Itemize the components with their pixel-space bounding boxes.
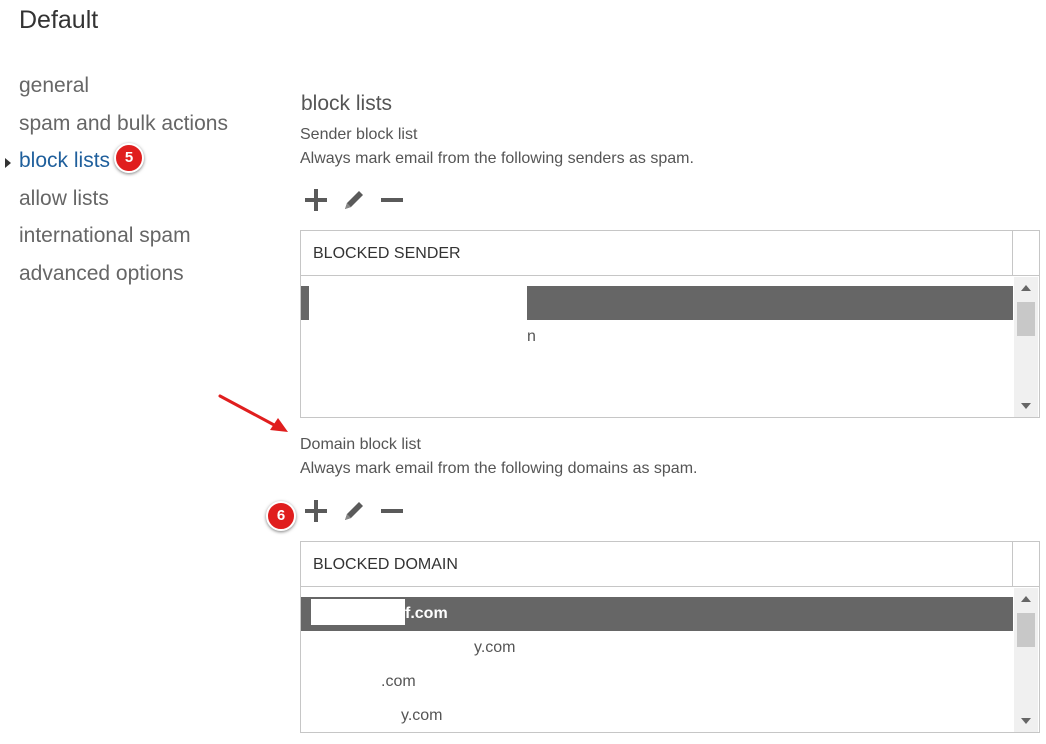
table-row[interactable]: f.com	[301, 597, 1013, 631]
nav-item-label: advanced options	[19, 261, 184, 285]
selected-caret-icon	[5, 158, 11, 168]
scroll-down-icon[interactable]	[1021, 718, 1031, 724]
column-header-blocked-sender[interactable]: BLOCKED SENDER	[301, 231, 1012, 276]
nav-item-label: international spam	[19, 224, 191, 247]
domain-scrollbar[interactable]	[1014, 588, 1038, 732]
scroll-up-icon[interactable]	[1021, 285, 1031, 291]
redaction	[309, 286, 527, 320]
nav-item-spam-and-bulk-actions[interactable]: spam and bulk actions	[19, 108, 228, 146]
domain-grid: BLOCKED DOMAIN f.com y.com .com y.com	[300, 541, 1040, 733]
scroll-down-icon[interactable]	[1021, 403, 1031, 409]
grid-header-spacer	[1012, 542, 1039, 587]
sender-scrollbar[interactable]	[1014, 277, 1038, 417]
nav-item-label: allow lists	[19, 186, 109, 210]
section-title: block lists	[301, 92, 393, 115]
nav-item-international-spam[interactable]: international spam	[19, 220, 228, 258]
domain-edit-pencil-icon[interactable]	[340, 497, 368, 525]
sender-grid: BLOCKED SENDER n	[300, 230, 1040, 418]
scroll-thumb[interactable]	[1017, 613, 1035, 647]
domain-rows: f.com y.com .com y.com	[301, 588, 1013, 732]
domain-add-plus-icon[interactable]	[302, 497, 330, 525]
nav-item-label: spam and bulk actions	[19, 111, 228, 135]
scroll-up-icon[interactable]	[1021, 596, 1031, 602]
table-row[interactable]: y.com	[301, 699, 1013, 732]
nav-item-general[interactable]: general	[19, 70, 228, 108]
scroll-thumb[interactable]	[1017, 302, 1035, 336]
sender-block-list-description: Always mark email from the following sen…	[300, 150, 694, 167]
domain-block-list-heading: Domain block list	[300, 436, 421, 453]
table-row[interactable]: y.com	[301, 631, 1013, 665]
table-row[interactable]: n	[301, 320, 1013, 354]
table-row[interactable]	[301, 388, 1013, 417]
page-title: Default	[19, 6, 99, 34]
step-badge-5: 5	[114, 143, 145, 174]
nav-item-block-lists[interactable]: block lists 5	[5, 143, 228, 183]
nav-item-advanced-options[interactable]: advanced options	[19, 258, 228, 296]
domain-remove-minus-icon[interactable]	[378, 497, 406, 525]
column-header-blocked-domain[interactable]: BLOCKED DOMAIN	[301, 542, 1012, 587]
sender-rows: n	[301, 277, 1013, 417]
sender-add-plus-icon[interactable]	[302, 186, 330, 214]
table-row[interactable]	[301, 286, 1013, 320]
table-row[interactable]: .com	[301, 665, 1013, 699]
left-nav: general spam and bulk actions block list…	[5, 70, 228, 296]
redaction	[311, 599, 405, 625]
annotation-arrow-icon	[218, 394, 288, 432]
domain-block-list-description: Always mark email from the following dom…	[300, 460, 698, 477]
grid-header-spacer	[1012, 231, 1039, 276]
table-row[interactable]	[301, 354, 1013, 388]
step-badge-6: 6	[266, 501, 296, 531]
sender-remove-minus-icon[interactable]	[378, 186, 406, 214]
sender-block-list-heading: Sender block list	[300, 126, 418, 143]
nav-item-label: block lists	[19, 149, 111, 172]
nav-item-allow-lists[interactable]: allow lists	[19, 183, 228, 221]
sender-edit-pencil-icon[interactable]	[340, 186, 368, 214]
nav-item-label: general	[19, 74, 90, 97]
